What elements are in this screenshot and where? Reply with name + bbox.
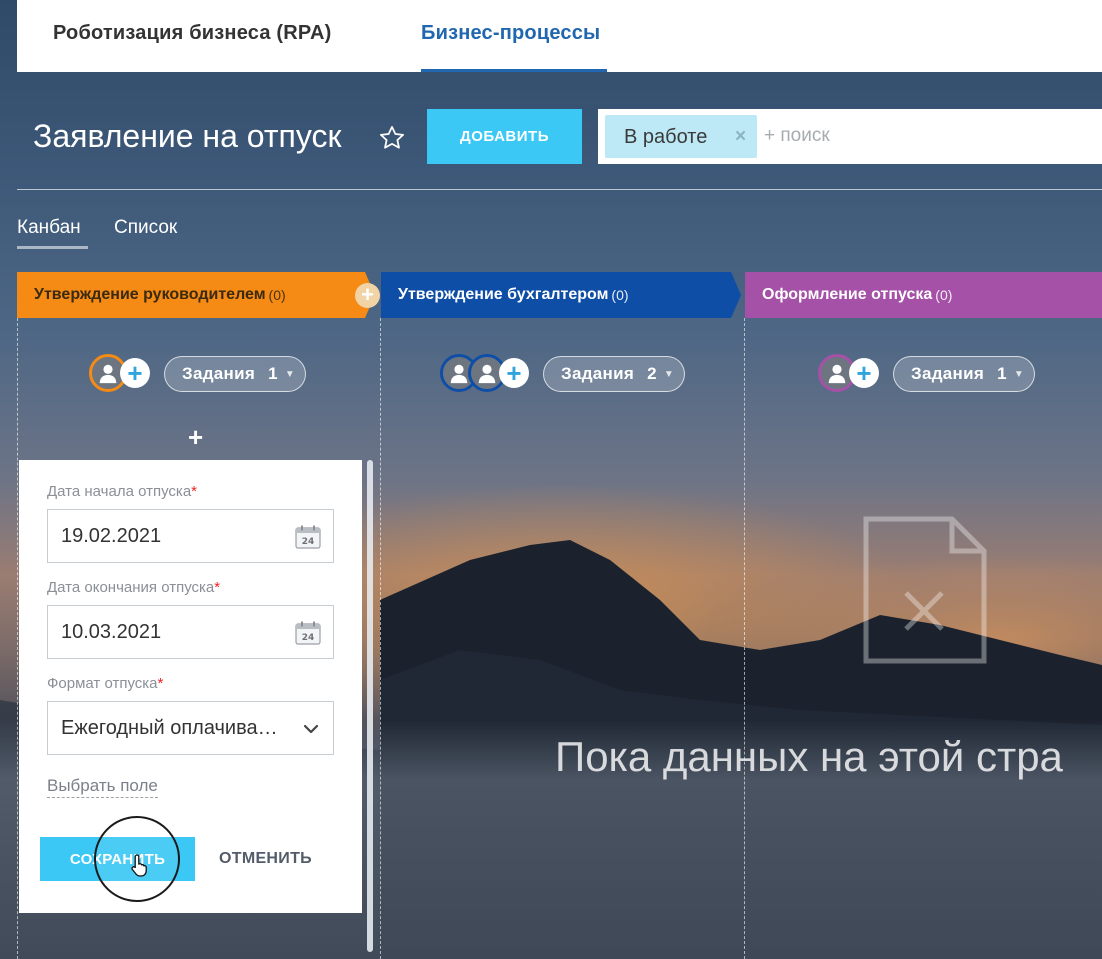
stage-label: Утверждение бухгалтером bbox=[398, 286, 609, 303]
choose-field-link[interactable]: Выбрать поле bbox=[47, 776, 158, 798]
filter-chip[interactable]: В работе × bbox=[605, 115, 757, 158]
nav-tab-rpa[interactable]: Роботизация бизнеса (RPA) bbox=[53, 22, 331, 45]
chevron-down-icon: ▼ bbox=[1013, 368, 1025, 380]
add-user-plus-icon[interactable]: + bbox=[849, 358, 879, 388]
form-scrollbar[interactable] bbox=[367, 460, 373, 952]
tasks-dropdown[interactable]: Задания 1 ▼ bbox=[164, 356, 306, 392]
end-date-field[interactable]: 10.03.2021 24 bbox=[47, 605, 334, 659]
start-date-value: 19.02.2021 bbox=[61, 524, 162, 547]
add-button[interactable]: ДОБАВИТЬ bbox=[427, 109, 582, 164]
column-divider bbox=[744, 318, 745, 959]
tasks-label: Задания bbox=[561, 364, 635, 383]
start-date-field[interactable]: 19.02.2021 24 bbox=[47, 509, 334, 563]
stage-header-accountant-approval[interactable]: Утверждение бухгалтером (0) bbox=[381, 272, 741, 318]
filter-search-box[interactable]: В работе × + поиск bbox=[598, 109, 1102, 164]
new-item-form: Дата начала отпуска* 19.02.2021 24 Дата … bbox=[19, 460, 362, 913]
nav-tab-business-processes[interactable]: Бизнес-процессы bbox=[421, 22, 600, 45]
add-stage-plus-icon[interactable]: + bbox=[355, 283, 380, 308]
cancel-button[interactable]: ОТМЕНИТЬ bbox=[219, 850, 312, 868]
stage-count: (0) bbox=[611, 287, 629, 303]
tasks-label: Задания bbox=[182, 364, 256, 383]
stage-count: (0) bbox=[268, 287, 286, 303]
column-divider bbox=[17, 318, 18, 959]
chevron-down-icon bbox=[303, 720, 319, 743]
tasks-dropdown[interactable]: Задания 1 ▼ bbox=[893, 356, 1035, 392]
header-divider bbox=[17, 189, 1102, 190]
stage-header-vacation-processing[interactable]: Оформление отпуска (0) bbox=[745, 272, 1102, 318]
empty-state-message: Пока данных на этой стра bbox=[555, 733, 1063, 780]
stage-header-manager-approval[interactable]: Утверждение руководителем (0) bbox=[17, 272, 375, 318]
page-title: Заявление на отпуск bbox=[33, 118, 342, 154]
column-divider bbox=[380, 318, 381, 959]
chevron-down-icon: ▼ bbox=[663, 368, 675, 380]
svg-text:24: 24 bbox=[302, 537, 315, 547]
calendar-icon[interactable]: 24 bbox=[295, 525, 321, 555]
document-icon bbox=[862, 515, 988, 670]
svg-text:24: 24 bbox=[302, 633, 315, 643]
tab-kanban[interactable]: Канбан bbox=[17, 217, 81, 239]
stage-count: (0) bbox=[935, 287, 953, 303]
star-icon[interactable] bbox=[378, 124, 406, 157]
vacation-format-label: Формат отпуска* bbox=[47, 675, 164, 692]
tab-list[interactable]: Список bbox=[114, 217, 177, 239]
end-date-value: 10.03.2021 bbox=[61, 620, 162, 643]
tasks-count: 1 bbox=[268, 364, 278, 383]
kanban-tab-indicator bbox=[17, 246, 88, 249]
stage-label: Утверждение руководителем bbox=[34, 286, 266, 303]
add-user-plus-icon[interactable]: + bbox=[120, 358, 150, 388]
filter-chip-label: В работе bbox=[624, 126, 708, 148]
tasks-dropdown[interactable]: Задания 2 ▼ bbox=[543, 356, 685, 392]
add-user-plus-icon[interactable]: + bbox=[499, 358, 529, 388]
tasks-count: 1 bbox=[997, 364, 1007, 383]
top-navigation: Роботизация бизнеса (RPA) Бизнес-процесс… bbox=[17, 0, 1102, 72]
close-icon[interactable]: × bbox=[735, 126, 746, 148]
vacation-format-value: Ежегодный оплачива… bbox=[61, 716, 278, 739]
tasks-label: Задания bbox=[911, 364, 985, 383]
end-date-label: Дата окончания отпуска* bbox=[47, 579, 221, 596]
start-date-label: Дата начала отпуска* bbox=[47, 483, 198, 500]
tasks-count: 2 bbox=[647, 364, 657, 383]
calendar-icon[interactable]: 24 bbox=[295, 621, 321, 651]
hand-cursor-icon bbox=[131, 853, 151, 882]
vacation-format-select[interactable]: Ежегодный оплачива… bbox=[47, 701, 334, 755]
active-tab-indicator bbox=[421, 69, 607, 72]
stage-label: Оформление отпуска bbox=[762, 286, 933, 303]
chevron-down-icon: ▼ bbox=[284, 368, 296, 380]
add-card-plus-icon[interactable]: + bbox=[188, 422, 203, 453]
search-input[interactable]: + поиск bbox=[764, 125, 830, 147]
